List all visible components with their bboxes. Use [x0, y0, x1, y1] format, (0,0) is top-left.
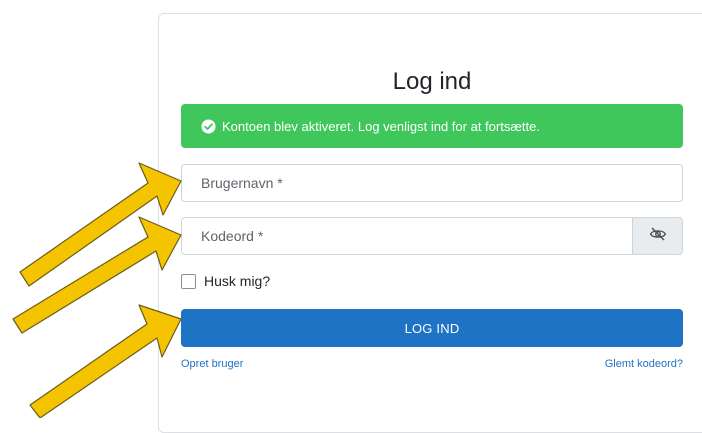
- remember-checkbox[interactable]: [181, 273, 196, 289]
- check-circle-icon: [201, 118, 216, 134]
- remember-me[interactable]: Husk mig?: [181, 273, 270, 289]
- username-field-wrapper: [181, 164, 683, 202]
- annotation-arrow: [19, 162, 182, 287]
- success-alert: Kontoen blev aktiveret. Log venligst ind…: [181, 104, 683, 148]
- page-title: Log ind: [392, 68, 472, 95]
- forgot-password-link[interactable]: Glemt kodeord?: [591, 358, 683, 370]
- create-account-link[interactable]: Opret bruger: [181, 358, 243, 370]
- remember-label: Husk mig?: [204, 273, 271, 289]
- eye-slash-icon: [649, 227, 667, 246]
- login-button[interactable]: LOG IND: [181, 309, 683, 347]
- password-input[interactable]: [201, 218, 621, 254]
- alert-message: Kontoen blev aktiveret. Log venligst ind…: [222, 118, 540, 134]
- password-field-wrapper: [181, 217, 683, 255]
- annotation-arrow: [12, 216, 182, 334]
- login-card: Log ind Kontoen blev aktiveret. Log venl…: [158, 13, 702, 433]
- username-input[interactable]: [201, 165, 621, 201]
- password-toggle-button[interactable]: [632, 218, 682, 254]
